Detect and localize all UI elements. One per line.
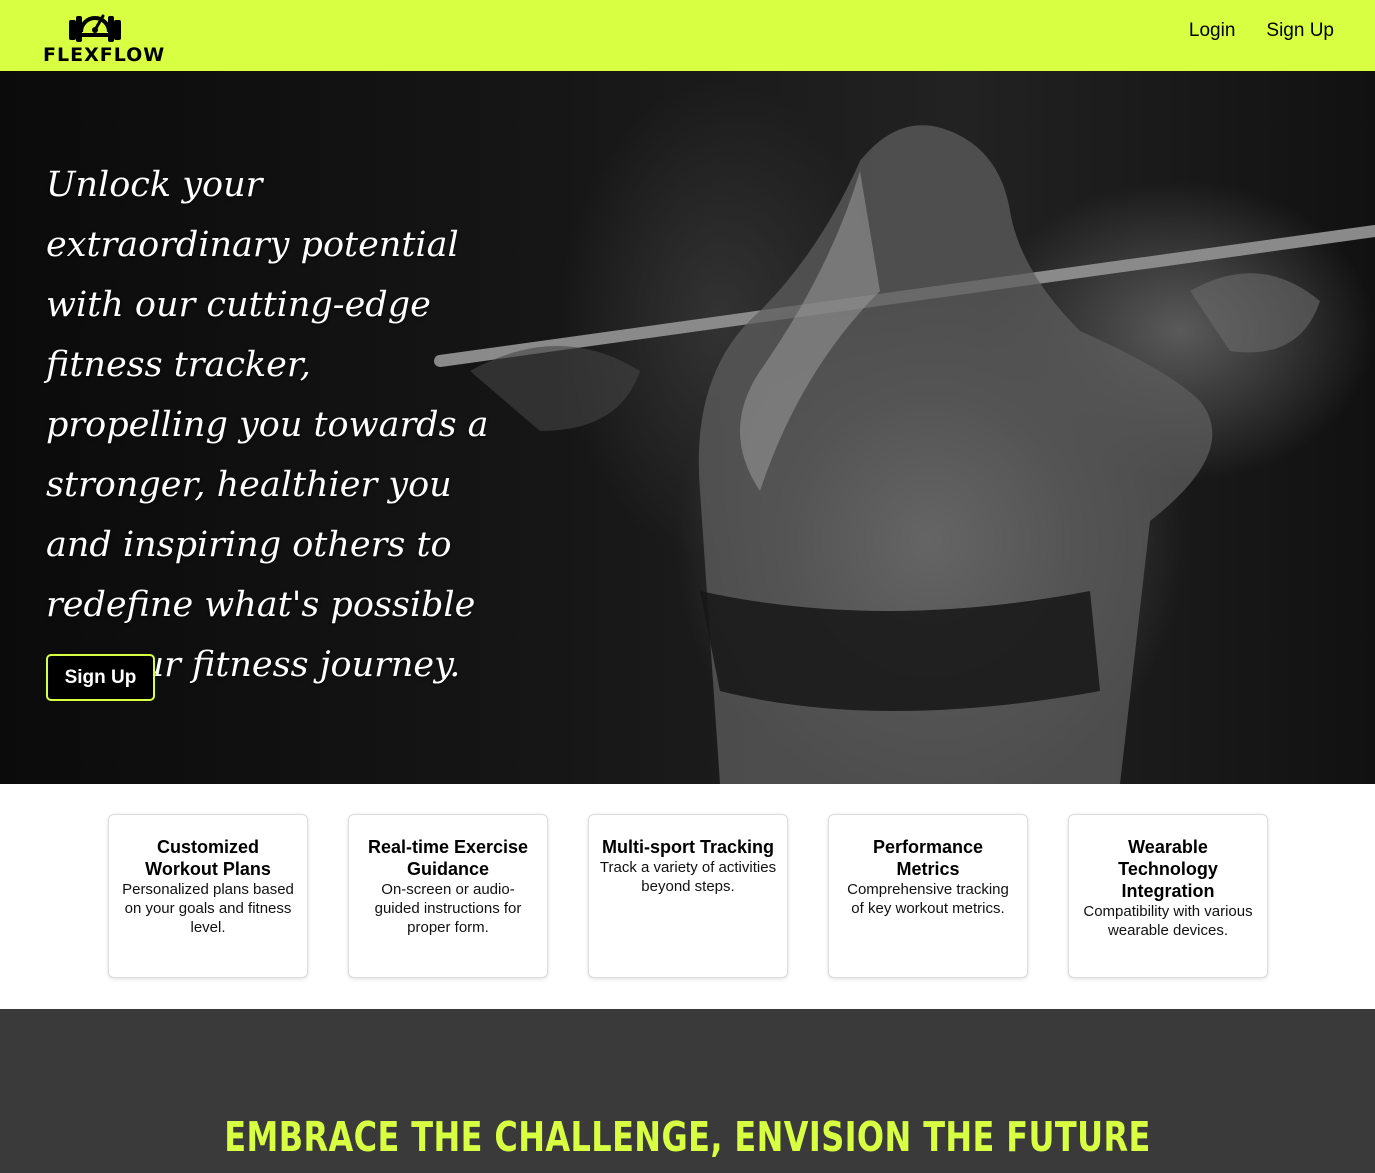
feature-description: Track a variety of activities beyond ste…	[599, 859, 777, 895]
feature-card: Performance Metrics Comprehensive tracki…	[828, 814, 1028, 978]
hero-signup-button[interactable]: Sign Up	[46, 654, 155, 701]
feature-card: Wearable Technology Integration Compatib…	[1068, 814, 1268, 978]
feature-title: Performance Metrics	[872, 837, 984, 879]
brand-name: FLEXFLOW	[43, 44, 166, 66]
tagline-heading: EMBRACE THE CHALLENGE, ENVISION THE FUTU…	[224, 1113, 1151, 1161]
tagline-section: EMBRACE THE CHALLENGE, ENVISION THE FUTU…	[0, 1009, 1375, 1173]
feature-title: Wearable Technology Integration	[1118, 837, 1218, 901]
brand-logo[interactable]: FLEXFLOW	[43, 0, 164, 71]
hero-headline: Unlock your extraordinary potential with…	[46, 165, 489, 685]
top-navbar: FLEXFLOW Login Sign Up	[0, 0, 1375, 71]
feature-title: Multi-sport Tracking	[601, 837, 774, 857]
feature-description: Compatibility with various wearable devi…	[1083, 903, 1253, 939]
feature-card: Customized Workout Plans Personalized pl…	[108, 814, 308, 978]
feature-description: Personalized plans based on your goals a…	[122, 881, 294, 936]
feature-description: Comprehensive tracking of key workout me…	[847, 881, 1009, 917]
feature-title: Real-time Exercise Guidance	[367, 837, 529, 879]
features-section: Customized Workout Plans Personalized pl…	[0, 784, 1375, 1009]
feature-card: Multi-sport Tracking Track a variety of …	[588, 814, 788, 978]
feature-card: Real-time Exercise Guidance On-screen or…	[348, 814, 548, 978]
dumbbell-gauge-icon	[69, 14, 121, 42]
login-link[interactable]: Login	[1189, 20, 1236, 42]
feature-description: On-screen or audio-guided instructions f…	[374, 881, 522, 936]
main-nav: Login Sign Up	[1189, 20, 1334, 42]
signup-link[interactable]: Sign Up	[1266, 20, 1334, 42]
feature-title: Customized Workout Plans	[145, 837, 271, 879]
hero-section: Unlock your extraordinary potential with…	[0, 71, 1375, 784]
